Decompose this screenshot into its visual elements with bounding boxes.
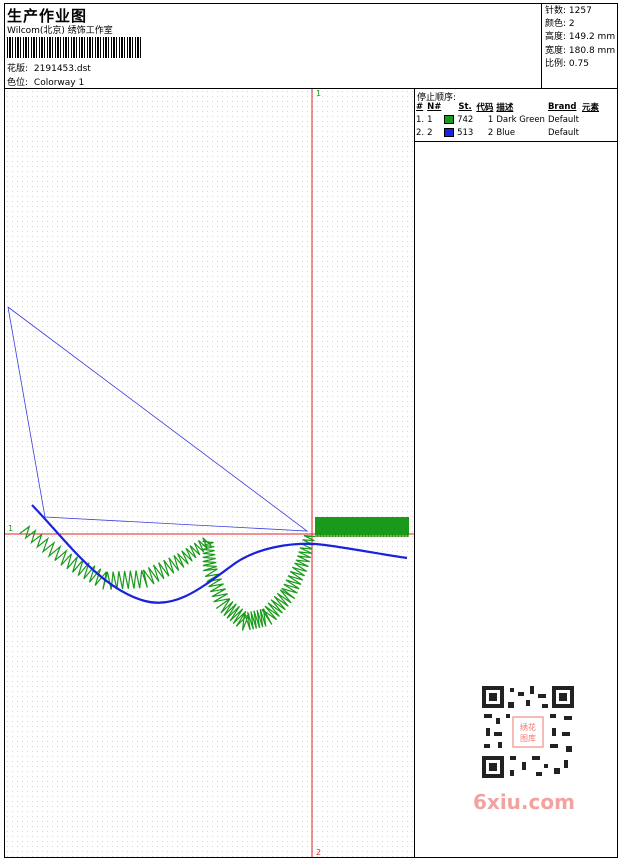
col-code: 代码 (476, 103, 494, 113)
stat-stitches: 针数: 1257 (545, 6, 592, 16)
watermark-text: 6xiu.com (473, 790, 575, 814)
jump-stitch-outline (7, 306, 309, 532)
col-description: 描述 (496, 103, 514, 113)
stat-width: 宽度: 180.8 mm (545, 45, 616, 56)
stop-sequence-table: # N# St. 代码 描述 Brand 元素 1. 1 742 1 Dark … (416, 101, 602, 139)
table-header-row: # N# St. 代码 描述 Brand 元素 (416, 101, 602, 113)
colorway: 色位: Colorway 1 (7, 75, 84, 88)
stats-panel: 针数: 1257 颜色: 2 高度: 149.2 mm 宽度: 180.8 mm… (541, 3, 618, 89)
colorway-label: 色位: (7, 78, 29, 88)
col-brand: Brand (547, 102, 577, 112)
color-swatch (444, 114, 455, 124)
design-file: 花版: 2191453.dst (7, 61, 91, 74)
watermark-badge-line1: 绣花 (520, 722, 536, 732)
green-fill-block (315, 517, 409, 537)
embroidery-preview: 1 2 1 2 (5, 89, 414, 857)
barcode (7, 37, 142, 58)
table-row: 1. 1 742 1 Dark Green Default (416, 114, 580, 125)
table-row: 2. 2 513 2 Blue Default (416, 127, 580, 138)
col-number: # (416, 102, 424, 112)
col-needle: N# (427, 102, 442, 112)
design-canvas: 1 2 1 2 (5, 89, 414, 857)
colorway-value: Colorway 1 (33, 78, 85, 88)
stat-scale: 比例: 0.75 (545, 58, 589, 69)
qr-code-icon: 绣花 图库 (480, 684, 576, 780)
axis-marker-left: 1 (8, 524, 13, 533)
color-swatch (444, 127, 455, 137)
axis-marker-top: 1 (316, 89, 321, 98)
axis-marker-bottom: 2 (316, 848, 321, 857)
panel-rule (415, 141, 617, 142)
design-label: 花版: (7, 64, 29, 74)
watermark-badge-line2: 图库 (520, 733, 536, 743)
col-stitches: St. (458, 102, 472, 112)
stat-colors: 颜色: 2 (545, 19, 575, 30)
green-satin-stitch (19, 525, 316, 631)
stat-height: 高度: 149.2 mm (545, 32, 616, 43)
design-value: 2191453.dst (33, 64, 91, 74)
col-element: 元素 (582, 103, 600, 113)
company-name: Wilcom(北京) 绣饰工作室 (7, 26, 113, 36)
